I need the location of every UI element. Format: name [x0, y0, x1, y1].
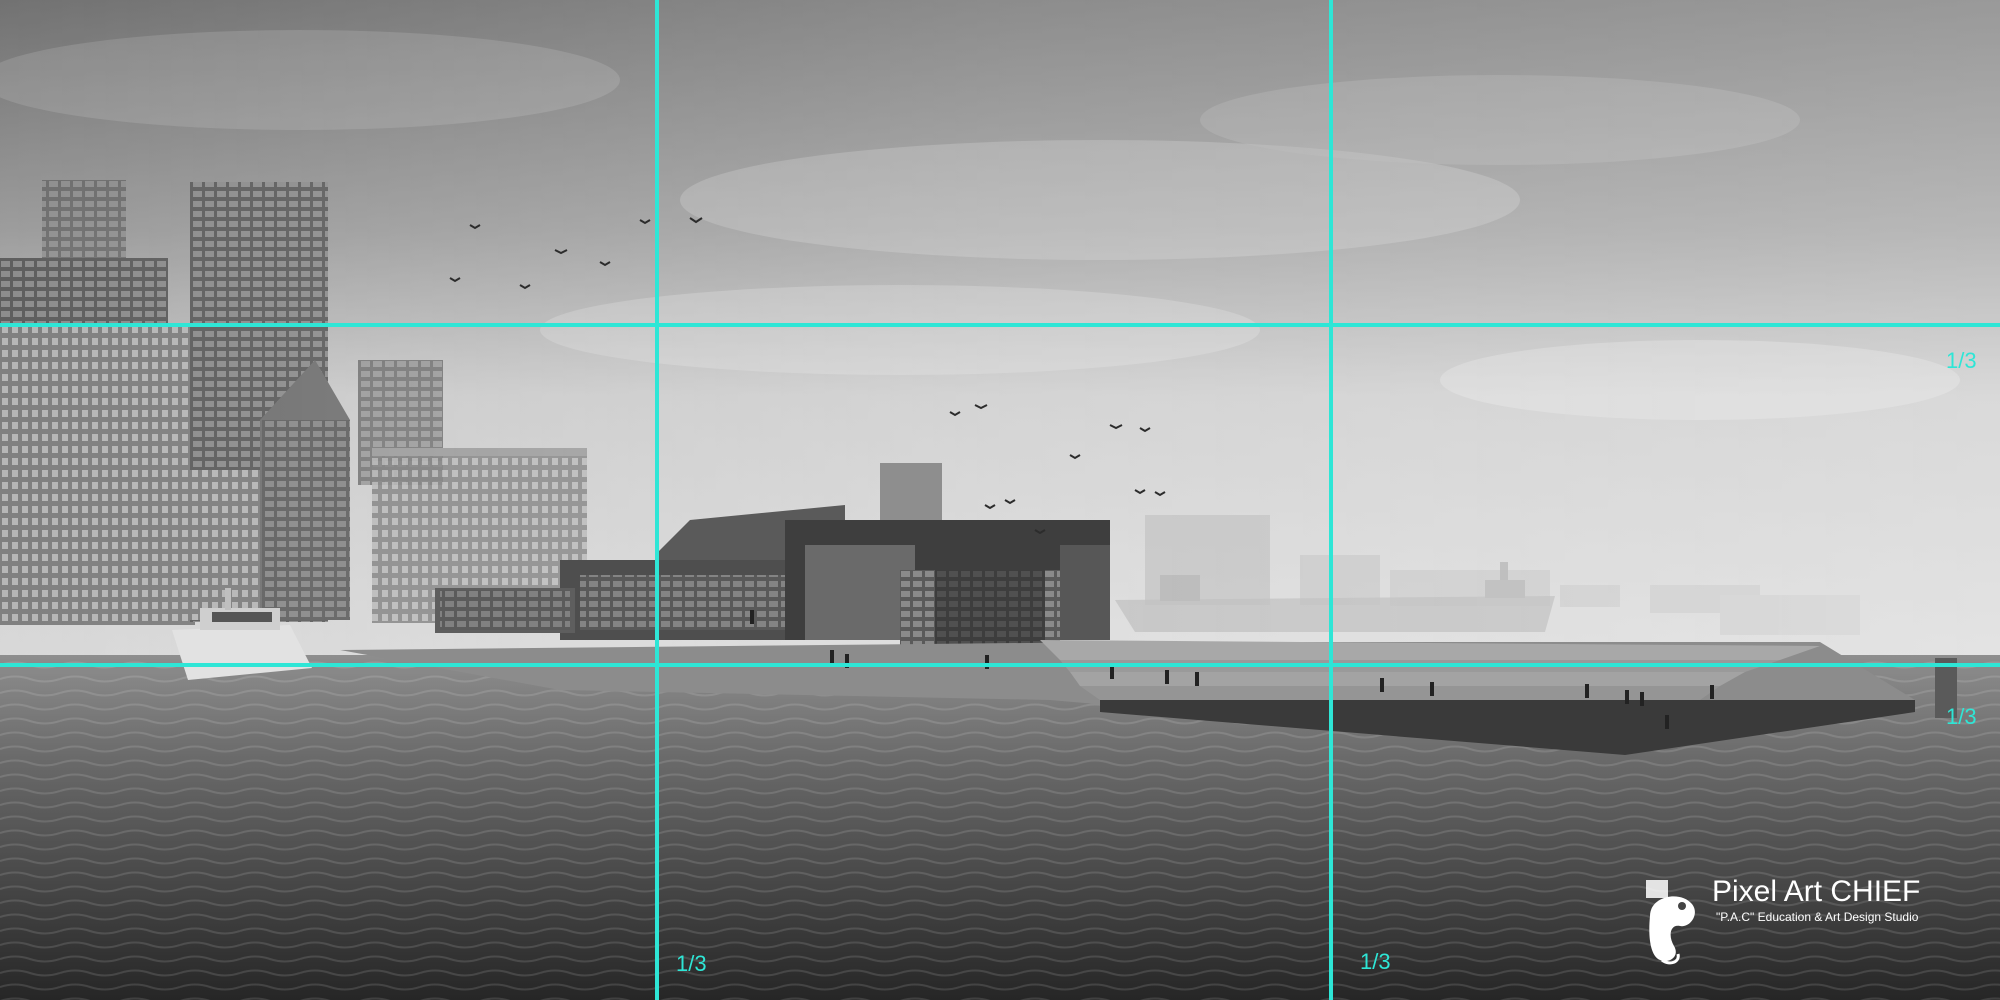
watermark-subtitle: "P.A.C" Education & Art Design Studio [1716, 910, 1919, 924]
scene-illustration [0, 0, 2000, 1000]
thirds-label-right-upper: 1/3 [1946, 348, 1977, 373]
thirds-label-bottom-left: 1/3 [676, 951, 707, 976]
watermark-title: Pixel Art CHIEF [1712, 875, 1921, 908]
thirds-label-bottom-right: 1/3 [1360, 949, 1391, 974]
watermark-logo: Pixel Art CHIEF "P.A.C" Education & Art … [1640, 876, 1970, 966]
scene-rendering: 1/3 1/3 1/3 1/3 Pixel Art CHIEF "P.A.C" … [0, 0, 2000, 1000]
chameleon-logo-icon [1646, 880, 1695, 965]
thirds-label-right-lower: 1/3 [1946, 704, 1977, 729]
